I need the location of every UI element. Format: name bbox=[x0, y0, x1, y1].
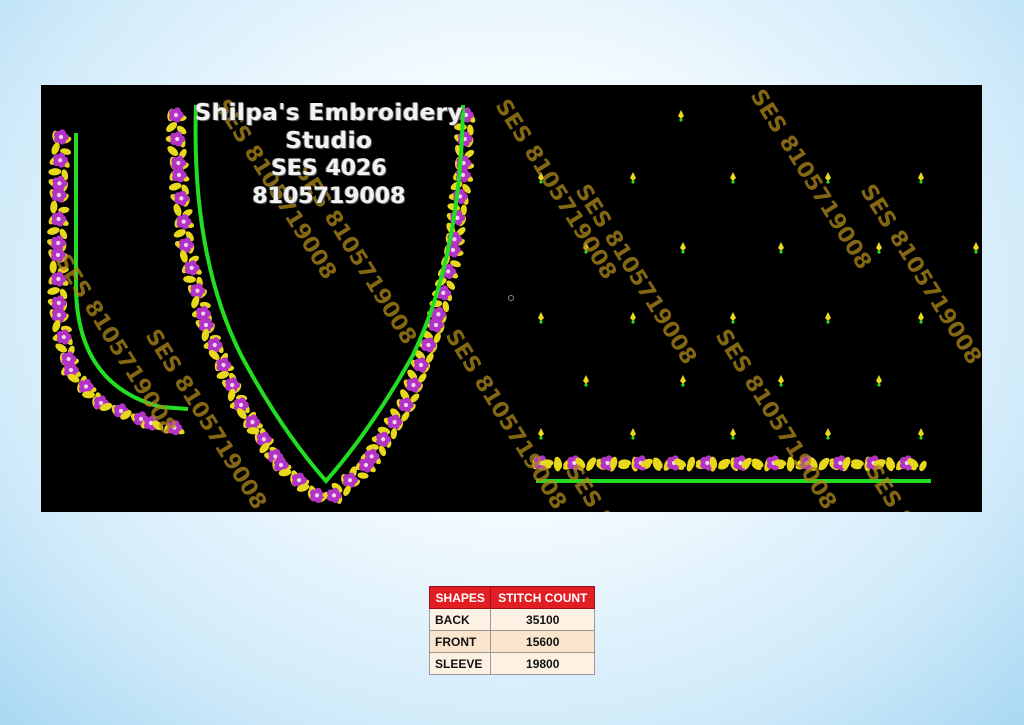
leaf-motif bbox=[183, 275, 196, 283]
butta-motif bbox=[973, 242, 979, 251]
table-row: SLEEVE 19800 bbox=[428, 652, 595, 675]
butta-dot bbox=[877, 250, 881, 254]
butta-dot bbox=[539, 320, 543, 324]
butta-motif bbox=[825, 428, 831, 437]
butta-dot bbox=[631, 436, 635, 440]
table-row: FRONT 15600 bbox=[428, 630, 595, 653]
butta-motif bbox=[918, 312, 924, 321]
studio-caption: Shilpa's Embroidery Studio SES 4026 8105… bbox=[159, 99, 499, 211]
leaf-motif bbox=[919, 460, 927, 472]
table-row: BACK 35100 bbox=[428, 608, 595, 631]
butta-motif bbox=[825, 312, 831, 321]
butta-dot bbox=[779, 383, 783, 387]
butta-dot bbox=[681, 383, 685, 387]
stitch-count: 19800 bbox=[490, 652, 595, 675]
butta-motif bbox=[918, 172, 924, 181]
column-header-shapes: SHAPES bbox=[428, 586, 492, 609]
studio-name: Shilpa's Embroidery Studio bbox=[194, 100, 464, 154]
butta-dot bbox=[731, 436, 735, 440]
butta-dot bbox=[974, 250, 978, 254]
butta-dot bbox=[631, 180, 635, 184]
butta-motif bbox=[778, 375, 784, 384]
butta-motif bbox=[680, 375, 686, 384]
butta-motif bbox=[778, 242, 784, 251]
embroidery-design-panel: SES 8105719008 SES 8105719008 SES 810571… bbox=[41, 85, 982, 512]
phone-number: 8105719008 bbox=[252, 184, 406, 209]
butta-dot bbox=[584, 383, 588, 387]
butta-motif bbox=[876, 242, 882, 251]
butta-dot bbox=[539, 436, 543, 440]
butta-dot bbox=[919, 180, 923, 184]
butta-motif bbox=[730, 312, 736, 321]
butta-motif bbox=[825, 172, 831, 181]
butta-motif bbox=[678, 110, 684, 119]
shape-name: BACK bbox=[428, 608, 492, 631]
butta-dot bbox=[779, 250, 783, 254]
butta-dot bbox=[679, 118, 683, 122]
shape-name: SLEEVE bbox=[428, 652, 492, 675]
butta-motif bbox=[630, 172, 636, 181]
leaf-motif bbox=[48, 168, 62, 176]
butta-motif bbox=[630, 428, 636, 437]
center-marker bbox=[508, 295, 514, 301]
stitch-count-table: SHAPES STITCH COUNT BACK 35100 FRONT 156… bbox=[428, 586, 595, 675]
design-code: SES 4026 bbox=[271, 156, 387, 181]
butta-dot bbox=[731, 320, 735, 324]
butta-dot bbox=[826, 436, 830, 440]
shape-name: FRONT bbox=[428, 630, 492, 653]
butta-dot bbox=[681, 250, 685, 254]
butta-motif bbox=[538, 428, 544, 437]
butta-dot bbox=[631, 320, 635, 324]
butta-motif bbox=[630, 312, 636, 321]
butta-motif bbox=[680, 242, 686, 251]
butta-motif bbox=[730, 428, 736, 437]
butta-dot bbox=[919, 436, 923, 440]
column-header-stitch-count: STITCH COUNT bbox=[490, 586, 595, 609]
table-header-row: SHAPES STITCH COUNT bbox=[428, 586, 595, 609]
leaf-motif bbox=[618, 459, 632, 467]
butta-motif bbox=[918, 428, 924, 437]
leaf-motif bbox=[50, 200, 58, 214]
butta-dot bbox=[731, 180, 735, 184]
butta-motif bbox=[538, 312, 544, 321]
butta-motif bbox=[583, 375, 589, 384]
butta-dot bbox=[826, 320, 830, 324]
leaf-motif bbox=[47, 287, 60, 295]
stitch-count: 35100 bbox=[490, 608, 595, 631]
butta-dot bbox=[877, 383, 881, 387]
butta-motif bbox=[876, 375, 882, 384]
butta-motif bbox=[730, 172, 736, 181]
leaf-motif bbox=[47, 227, 60, 235]
leaf-motif bbox=[357, 472, 369, 479]
stitch-count: 15600 bbox=[490, 630, 595, 653]
butta-dot bbox=[919, 320, 923, 324]
